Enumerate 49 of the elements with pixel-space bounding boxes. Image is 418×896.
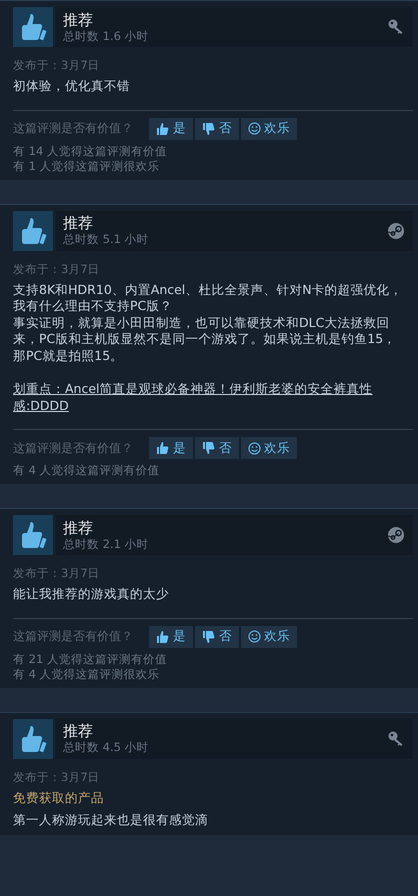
thumbs-down-icon [202, 441, 216, 455]
vote-count: 有 1 人觉得这篇评测很欢乐 [13, 158, 161, 174]
vote-count: 有 14 人觉得这篇评测有价值 [13, 144, 168, 158]
verdict-label: 推荐 [63, 722, 94, 740]
helpful-question: 这篇评测是否有价值？ [13, 120, 133, 137]
funny-button[interactable]: 欢乐 [241, 437, 297, 459]
verdict-label: 推荐 [63, 10, 94, 28]
review-text: 第一人称游玩起来也是很有感觉滴 [13, 812, 209, 828]
helpful-question: 这篇评测是否有价值？ [13, 440, 133, 456]
thumbs-down-icon [202, 630, 216, 644]
posted-date: 发布于：3月7日 [13, 58, 101, 73]
smiley-icon [248, 122, 261, 135]
thumbs-up-icon [156, 122, 170, 136]
vote-count: 有 21 人觉得这篇评测有价值 [13, 652, 168, 666]
free-product-notice: 免费获取的产品 [13, 790, 105, 806]
yes-button[interactable]: 是 [149, 437, 193, 459]
key-icon [387, 730, 405, 748]
smiley-icon [248, 630, 261, 643]
yes-button[interactable]: 是 [149, 626, 193, 648]
playtime-label: 总时数 5.1 小时 [63, 232, 149, 247]
review-text: 支持8K和HDR10、内置Ancel、杜比全景声、针对N卡的超强优化，我有什么理由不支持PC版？ [13, 282, 404, 314]
thumbs-up-icon [156, 630, 170, 644]
playtime-label: 总时数 1.6 小时 [63, 28, 149, 44]
thumbs-down-icon [202, 122, 216, 136]
posted-date: 发布于：3月7日 [13, 566, 101, 581]
vote-count: 有 4 人觉得这篇评测有价值 [13, 463, 161, 478]
key-icon [387, 18, 405, 36]
no-button[interactable]: 否 [195, 437, 239, 459]
review-text: 划重点：Ancel简直是观球必备神器！伊利斯老婆的安全裤真性感:DDDD [13, 381, 374, 414]
helpful-question: 这篇评测是否有价值？ [13, 628, 133, 645]
funny-button[interactable]: 欢乐 [241, 626, 297, 648]
steam-icon [387, 222, 405, 240]
funny-button[interactable]: 欢乐 [241, 118, 297, 140]
posted-date: 发布于：3月7日 [13, 770, 101, 784]
playtime-label: 总时数 4.5 小时 [63, 740, 149, 755]
steam-icon [387, 526, 405, 544]
verdict-label: 推荐 [63, 214, 94, 232]
verdict-label: 推荐 [63, 518, 94, 536]
playtime-label: 总时数 2.1 小时 [63, 536, 149, 552]
no-button[interactable]: 否 [195, 118, 239, 140]
smiley-icon [248, 442, 261, 454]
posted-date: 发布于：3月7日 [13, 262, 101, 276]
thumbs-up-icon [156, 441, 170, 455]
review-text: 初体验，优化真不错 [13, 78, 131, 94]
vote-count: 有 4 人觉得这篇评测很欢乐 [13, 666, 161, 682]
review-text: 能让我推荐的游戏真的太少 [13, 586, 170, 602]
review-text: 事实证明，就算是小田田制造，也可以靠硬技术和DLC大法拯救回来，PC版和主机版显然不是同一个游戏了。如果说主机是钓鱼15，那PC就是拍照15。 [13, 314, 398, 364]
yes-button[interactable]: 是 [149, 118, 193, 140]
no-button[interactable]: 否 [195, 626, 239, 648]
